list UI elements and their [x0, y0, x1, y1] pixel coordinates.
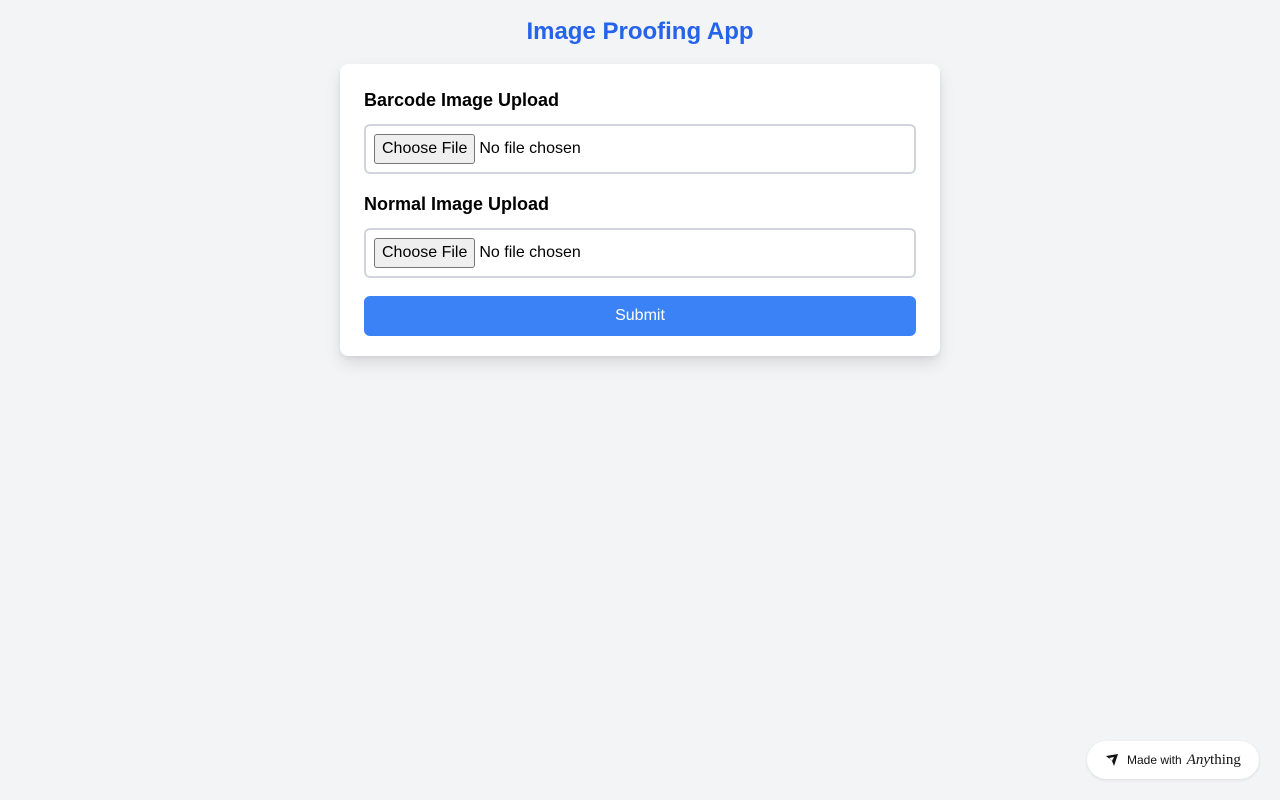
barcode-file-input[interactable]: Choose File No file chosen: [364, 124, 916, 174]
barcode-choose-file-button[interactable]: Choose File: [374, 134, 476, 164]
normal-file-status: No file chosen: [479, 244, 581, 261]
page-title: Image Proofing App: [526, 18, 754, 45]
anything-logo-icon: [1105, 753, 1119, 767]
brand-name-rest: thing: [1210, 751, 1241, 768]
upload-form-card: Barcode Image Upload Choose File No file…: [340, 64, 940, 356]
brand-name: Anything: [1187, 752, 1241, 769]
submit-button[interactable]: Submit: [364, 296, 916, 336]
barcode-file-status: No file chosen: [479, 140, 581, 157]
made-with-text: Made with: [1127, 753, 1182, 767]
brand-name-italic: Any: [1186, 751, 1211, 768]
normal-file-input[interactable]: Choose File No file chosen: [364, 228, 916, 278]
barcode-upload-label: Barcode Image Upload: [364, 90, 560, 110]
made-with-anything-badge[interactable]: Made with Anything: [1087, 741, 1259, 779]
normal-choose-file-button[interactable]: Choose File: [374, 238, 476, 268]
normal-upload-label: Normal Image Upload: [364, 194, 550, 214]
